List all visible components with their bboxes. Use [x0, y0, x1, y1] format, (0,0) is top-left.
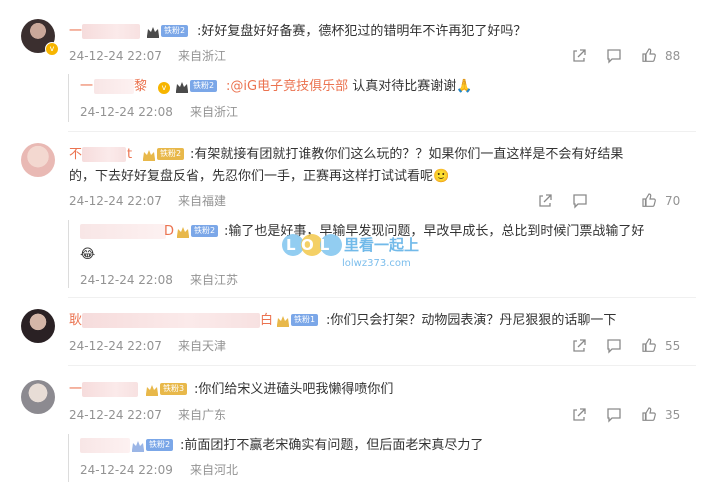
site-watermark: LOL 里看一起上 lolwz373.com	[282, 228, 422, 280]
reply-text-line2: 😂	[80, 247, 96, 262]
share-icon[interactable]	[571, 338, 587, 354]
reply-divider	[68, 434, 69, 482]
watermark-site-name: 里看一起上	[344, 236, 420, 254]
like-icon[interactable]	[641, 406, 657, 422]
crown-icon	[142, 147, 156, 161]
username-blurred[interactable]	[82, 313, 260, 328]
comment-time: 24-12-24 22:07	[69, 49, 162, 63]
username-prefix[interactable]: 耿	[69, 312, 82, 330]
share-icon[interactable]	[537, 193, 553, 209]
divider	[68, 297, 696, 298]
username-prefix[interactable]: 不	[69, 146, 82, 164]
divider	[68, 365, 696, 366]
divider	[68, 131, 696, 132]
fan-badge-label: 铁粉2	[157, 148, 185, 160]
comment-location: 来自天津	[178, 339, 227, 353]
comment-text: :你们只会打架？动物园表演？丹尼狠狠的话聊一下	[326, 313, 617, 328]
reply-username-prefix[interactable]: 一	[80, 78, 93, 96]
comment-text-line2: 的，下去好好复盘反省，先忍你们一手，正赛再这样打试试看呢🙂	[69, 169, 450, 184]
reply-time: 24-12-24 22:09	[80, 463, 173, 477]
comment-icon[interactable]	[606, 407, 622, 423]
comment-text: :好好复盘好好备赛，德杯犯过的错明年不许再犯了好吗？	[197, 24, 527, 39]
crown-icon	[145, 382, 159, 396]
fan-badge: 铁粉3	[145, 382, 188, 396]
comment-location: 来自福建	[178, 194, 227, 208]
comment-location: 来自浙江	[178, 49, 227, 63]
like-count: 35	[665, 408, 681, 422]
like-count: 88	[665, 49, 681, 63]
crown-icon	[175, 79, 189, 93]
share-icon[interactable]	[571, 48, 587, 64]
watermark-logo-text: LOL	[286, 236, 336, 254]
like-count: 70	[665, 194, 681, 208]
fan-badge: 铁粉2	[131, 438, 174, 452]
avatar[interactable]	[21, 380, 55, 414]
reply-text: :前面团打不赢老宋确实有问题，但后面老宋真尽力了	[180, 438, 484, 453]
username-suffix[interactable]: 白	[260, 312, 273, 330]
avatar[interactable]	[21, 309, 55, 343]
reply-divider	[68, 74, 69, 122]
fan-badge: 铁粉2	[176, 224, 219, 238]
fan-badge: 铁粉2	[175, 79, 218, 93]
comment-text: :你们给宋义进磕头吧我懒得喷你们	[194, 382, 394, 397]
comment-icon[interactable]	[606, 338, 622, 354]
crown-icon	[176, 224, 190, 238]
username-prefix[interactable]: 一	[69, 381, 82, 399]
like-icon[interactable]	[641, 47, 657, 63]
username-suffix[interactable]: t	[127, 146, 132, 164]
fan-badge: 铁粉2	[146, 24, 189, 38]
like-icon[interactable]	[641, 337, 657, 353]
comment-icon[interactable]	[572, 193, 588, 209]
comment-text-line1: :有架就接有团就打谁教你们这么玩的？？如果你们一直这样是不会有好结果	[190, 147, 624, 162]
reply-username-suffix[interactable]: 黎	[134, 78, 147, 96]
comment-icon[interactable]	[606, 48, 622, 64]
fan-badge-label: 铁粉1	[291, 314, 319, 326]
avatar[interactable]	[21, 143, 55, 177]
reply-time: 24-12-24 22:08	[80, 105, 173, 119]
reply-text: :@iG电子竞技俱乐部 认真对待比赛谢谢🙏	[226, 78, 472, 96]
fan-badge: 铁粉2	[142, 147, 185, 161]
crown-icon	[131, 438, 145, 452]
fan-badge-label: 铁粉3	[160, 383, 188, 395]
like-icon[interactable]	[641, 192, 657, 208]
reply-location: 来自江苏	[190, 273, 239, 287]
username-blurred[interactable]	[82, 24, 140, 39]
like-count: 55	[665, 339, 681, 353]
share-icon[interactable]	[571, 407, 587, 423]
reply-time: 24-12-24 22:08	[80, 273, 173, 287]
verified-badge-icon: v	[45, 42, 59, 56]
fan-badge-label: 铁粉2	[190, 80, 218, 92]
fan-badge-label: 铁粉2	[161, 25, 189, 37]
reply-divider	[68, 220, 69, 288]
reply-username-blurred[interactable]	[94, 79, 134, 94]
reply-username-suffix[interactable]: D	[164, 223, 174, 241]
username-prefix[interactable]: 一	[69, 23, 82, 41]
username-blurred[interactable]	[82, 382, 138, 397]
reply-text-body: 认真对待比赛谢谢🙏	[348, 79, 473, 94]
watermark-url: lolwz373.com	[342, 258, 411, 269]
fan-badge-label: 铁粉2	[146, 439, 174, 451]
crown-icon	[146, 24, 160, 38]
reply-username-blurred[interactable]	[80, 438, 130, 453]
verified-badge-icon: v	[157, 81, 171, 95]
fan-badge: 铁粉1	[276, 313, 319, 327]
comment-time: 24-12-24 22:07	[69, 194, 162, 208]
mention-link[interactable]: :@iG电子竞技俱乐部	[226, 79, 348, 94]
reply-username-blurred[interactable]	[80, 224, 166, 239]
fan-badge-label: 铁粉2	[191, 225, 219, 237]
comment-time: 24-12-24 22:07	[69, 339, 162, 353]
comment-location: 来自广东	[178, 408, 227, 422]
crown-icon	[276, 313, 290, 327]
reply-location: 来自河北	[190, 463, 239, 477]
comment-time: 24-12-24 22:07	[69, 408, 162, 422]
username-blurred[interactable]	[82, 147, 126, 162]
reply-location: 来自浙江	[190, 105, 239, 119]
